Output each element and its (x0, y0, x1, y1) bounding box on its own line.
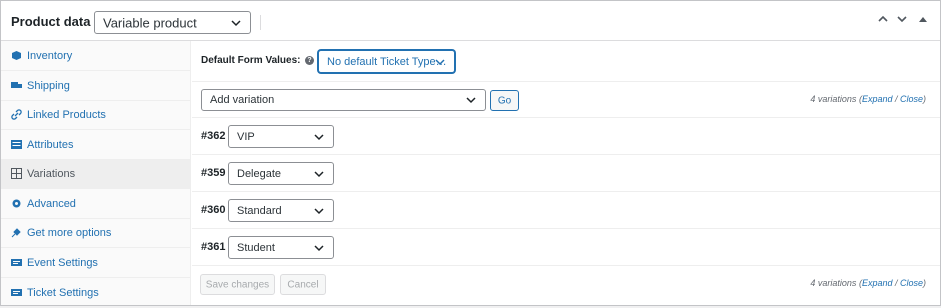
tab-ticket-settings[interactable]: Ticket Settings (1, 278, 191, 308)
tab-variations[interactable]: Variations (1, 159, 191, 189)
variations-count: 4 variations (Expand / Close) (810, 278, 926, 288)
cancel-label: Cancel (287, 279, 319, 290)
grid-icon (11, 168, 22, 179)
tab-label: Linked Products (27, 109, 106, 121)
variation-row[interactable]: #360 Standard (192, 192, 940, 229)
tab-label: Inventory (27, 50, 73, 62)
expand-link[interactable]: Expand (862, 94, 893, 104)
variation-id: #359 (201, 167, 226, 179)
ticket-icon (11, 259, 22, 266)
tab-get-more-options[interactable]: Get more options (1, 218, 191, 248)
cancel-button[interactable]: Cancel (280, 274, 326, 295)
save-changes-label: Save changes (205, 279, 270, 290)
tab-label: Advanced (27, 198, 76, 210)
go-button[interactable]: Go (490, 90, 519, 111)
variation-action-select[interactable]: Add variation (201, 89, 486, 111)
paren-close: ) (923, 94, 926, 104)
chevron-down-icon (435, 58, 445, 65)
default-ticket-type-value: No default Ticket Type… (327, 55, 447, 68)
variation-id: #361 (201, 241, 226, 253)
expand-link[interactable]: Expand (862, 278, 893, 288)
tab-event-settings[interactable]: Event Settings (1, 248, 191, 278)
variation-id: #360 (201, 204, 226, 216)
variations-footer: Save changes Cancel 4 variations (Expand… (192, 266, 940, 304)
tab-shipping[interactable]: Shipping (1, 71, 191, 101)
help-icon[interactable]: ? (305, 56, 314, 65)
inventory-icon (12, 51, 21, 60)
variation-row[interactable]: #362 VIP (192, 118, 940, 155)
ticket-icon (11, 289, 22, 296)
chevron-down-icon (314, 207, 324, 214)
variation-attribute-select[interactable]: VIP (228, 125, 334, 148)
panel-header: Product data — Variable product (1, 1, 940, 41)
plugin-icon (11, 228, 21, 238)
variations-toolbar: Add variation Go 4 variations (Expand / … (192, 82, 940, 118)
go-button-label: Go (497, 95, 512, 106)
close-link[interactable]: Close (900, 94, 923, 104)
product-data-panel: Product data — Variable product Inventor… (0, 0, 941, 306)
tab-label: Get more options (27, 227, 112, 239)
product-data-tabs: Inventory Shipping Linked Products Attri… (1, 41, 191, 305)
chevron-down-icon (466, 97, 476, 104)
chevron-up-icon[interactable] (877, 13, 889, 25)
separator: / (892, 278, 900, 288)
variation-row[interactable]: #361 Student (192, 229, 940, 266)
header-divider (260, 15, 261, 30)
variation-row[interactable]: #359 Delegate (192, 155, 940, 192)
panel-title: Product data — (11, 14, 108, 29)
variation-attribute-value: Standard (237, 204, 282, 217)
default-form-values-label: Default Form Values: (201, 55, 301, 66)
tab-inventory[interactable]: Inventory (1, 41, 191, 71)
default-form-values-row: Default Form Values: ? No default Ticket… (192, 41, 940, 82)
chevron-down-icon (314, 170, 324, 177)
tab-label: Shipping (27, 80, 70, 92)
truck-icon (11, 82, 22, 88)
tab-label: Ticket Settings (27, 287, 99, 299)
variations-panel: Default Form Values: ? No default Ticket… (192, 41, 940, 305)
variation-attribute-value: VIP (237, 130, 255, 143)
caret-up-icon[interactable] (918, 15, 928, 25)
chevron-down-icon (231, 19, 241, 26)
tab-advanced[interactable]: Advanced (1, 189, 191, 219)
variation-attribute-value: Student (237, 241, 275, 254)
variations-count-text: 4 variations (810, 278, 857, 288)
link-icon (11, 109, 22, 120)
variation-attribute-select[interactable]: Delegate (228, 162, 334, 185)
tab-label: Attributes (27, 139, 74, 151)
variation-attribute-select[interactable]: Standard (228, 199, 334, 222)
tab-label: Event Settings (27, 257, 98, 269)
chevron-down-icon (314, 244, 324, 251)
save-changes-button[interactable]: Save changes (200, 274, 275, 295)
list-icon (11, 140, 22, 149)
variation-action-value: Add variation (210, 94, 275, 106)
variations-count: 4 variations (Expand / Close) (810, 94, 926, 104)
chevron-down-icon (314, 133, 324, 140)
variation-attribute-select[interactable]: Student (228, 236, 334, 259)
tab-linked-products[interactable]: Linked Products (1, 100, 191, 130)
default-ticket-type-select[interactable]: No default Ticket Type… (318, 50, 455, 73)
tab-attributes[interactable]: Attributes (1, 130, 191, 160)
variation-id: #362 (201, 130, 226, 142)
chevron-down-icon[interactable] (896, 13, 908, 25)
gear-icon (12, 199, 21, 208)
tab-label: Variations (27, 168, 76, 180)
close-link[interactable]: Close (900, 278, 923, 288)
variation-attribute-value: Delegate (237, 167, 282, 180)
product-type-select[interactable]: Variable product (94, 11, 251, 34)
paren-close: ) (923, 278, 926, 288)
separator: / (892, 94, 900, 104)
product-type-value: Variable product (103, 15, 197, 30)
variations-count-text: 4 variations (810, 94, 857, 104)
